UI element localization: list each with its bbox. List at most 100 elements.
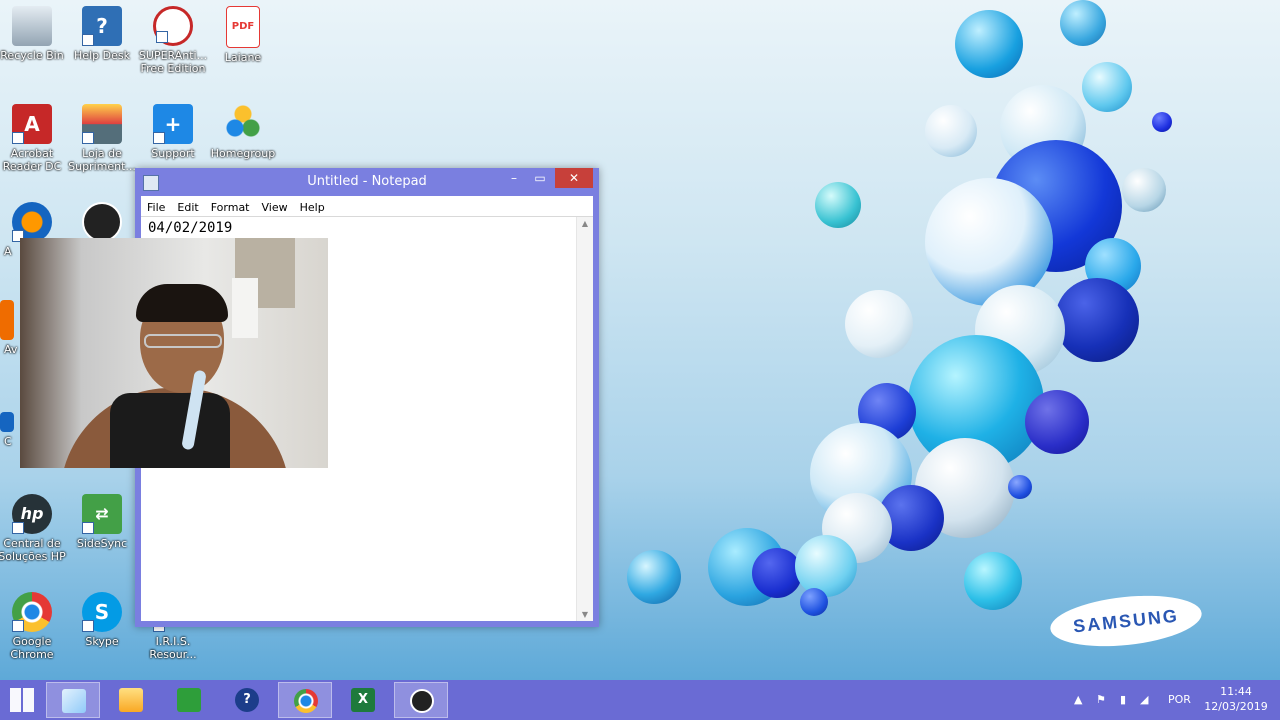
desktop-icon-acrobat-reader[interactable]: A Acrobat Reader DC	[0, 104, 68, 173]
desktop-icon-superantispyware[interactable]: SUPERAnti... Free Edition	[137, 6, 209, 75]
desktop-icon-label: Central de Soluções HP	[0, 537, 66, 563]
webcam-overlay	[20, 238, 328, 468]
support-icon: +	[153, 104, 193, 144]
network-signal-icon[interactable]: ◢	[1140, 680, 1148, 720]
decor-bubble	[964, 552, 1022, 610]
menu-view[interactable]: View	[256, 198, 294, 218]
homegroup-icon	[223, 104, 263, 144]
taskbar-file-explorer[interactable]	[104, 682, 158, 718]
desktop-icon-label: Support	[151, 147, 195, 160]
printer-store-icon	[82, 104, 122, 144]
taskbar-obs[interactable]	[394, 682, 448, 718]
taskbar: ? X ▲ ⚑ ▮ ◢ POR 11:44 12/03/2019	[0, 680, 1280, 720]
desktop-icon-skype[interactable]: S Skype	[66, 592, 138, 648]
chrome-icon	[294, 689, 318, 713]
desktop[interactable]: SAMSUNG Recycle Bin ? Help Desk SUPERAnt…	[0, 0, 1280, 680]
desktop-icon-recycle-bin[interactable]: Recycle Bin	[0, 6, 68, 62]
language-indicator[interactable]: POR	[1168, 680, 1191, 720]
desktop-icon-label: Recycle Bin	[0, 49, 64, 62]
desktop-icon-label: Loja de Supriment...	[68, 147, 136, 173]
acrobat-reader-icon: A	[12, 104, 52, 144]
minimize-button[interactable]: –	[501, 168, 527, 188]
decor-bubble	[1008, 475, 1032, 499]
tray-overflow-icon[interactable]: ▲	[1074, 680, 1082, 720]
decor-bubble	[752, 548, 802, 598]
taskbar-store[interactable]	[162, 682, 216, 718]
decor-bubble	[925, 105, 977, 157]
menu-format[interactable]: Format	[205, 198, 256, 218]
decor-bubble	[1122, 168, 1166, 212]
clock-date: 12/03/2019	[1204, 700, 1268, 713]
recycle-bin-icon	[12, 6, 52, 46]
app-icon	[0, 412, 14, 432]
vertical-scrollbar[interactable]: ▲ ▼	[576, 217, 593, 621]
decor-bubble	[1025, 390, 1089, 454]
notepad-titlebar[interactable]: Untitled - Notepad – ▭ ✕	[135, 168, 599, 196]
store-icon	[177, 688, 201, 712]
desktop-icon-label: I.R.I.S. Resour...	[149, 635, 197, 661]
taskbar-clock[interactable]: 11:44 12/03/2019	[1200, 684, 1272, 714]
menu-edit[interactable]: Edit	[171, 198, 204, 218]
webcam-person-hair	[136, 284, 228, 322]
desktop-icon-label: SideSync	[76, 537, 128, 550]
desktop-icon-google-chrome[interactable]: Google Chrome	[0, 592, 68, 661]
taskbar-excel[interactable]: X	[336, 682, 390, 718]
notepad-content: 04/02/2019	[148, 220, 233, 236]
windows-logo-icon	[10, 688, 34, 712]
battery-icon[interactable]: ▮	[1120, 680, 1126, 720]
decor-bubble	[1060, 0, 1106, 46]
webcam-glasses	[144, 334, 222, 348]
menu-file[interactable]: File	[141, 198, 171, 218]
desktop-icon-hp-solutions[interactable]: hp Central de Soluções HP	[0, 494, 68, 563]
excel-icon: X	[351, 688, 375, 712]
desktop-icon-support[interactable]: + Support	[137, 104, 209, 160]
decor-bubble	[845, 290, 913, 358]
app-icon	[0, 300, 14, 340]
folder-icon	[119, 688, 143, 712]
pdf-file-icon: PDF	[226, 6, 260, 48]
taskbar-help[interactable]: ?	[220, 682, 274, 718]
desktop-icon-label: Acrobat Reader DC	[2, 147, 62, 173]
sidesync-icon: ⇄	[82, 494, 122, 534]
webcam-person-shirt	[110, 393, 230, 468]
desktop-icon-label: Laiane	[224, 51, 262, 64]
decor-bubble	[800, 588, 828, 616]
notepad-menubar: File Edit Format View Help	[141, 196, 593, 217]
scroll-down-icon[interactable]: ▼	[577, 610, 593, 619]
decor-bubble	[1055, 278, 1139, 362]
decor-bubble	[1082, 62, 1132, 112]
desktop-icon-label: Skype	[85, 635, 119, 648]
hp-icon: hp	[12, 494, 52, 534]
samsung-logo-text: SAMSUNG	[1072, 605, 1180, 637]
decor-bubble	[1152, 112, 1172, 132]
desktop-icon-loja-suprimentos[interactable]: Loja de Supriment...	[66, 104, 138, 173]
close-button[interactable]: ✕	[555, 168, 593, 188]
maximize-button[interactable]: ▭	[527, 168, 553, 188]
superantispyware-icon	[153, 6, 193, 46]
notepad-icon	[62, 689, 86, 713]
obs-icon	[410, 689, 434, 713]
audacity-icon	[12, 202, 52, 242]
obs-icon	[82, 202, 122, 242]
decor-bubble	[795, 535, 857, 597]
menu-help[interactable]: Help	[294, 198, 331, 218]
taskbar-notepad[interactable]	[46, 682, 100, 718]
desktop-icon-sidesync[interactable]: ⇄ SideSync	[66, 494, 138, 550]
desktop-icon-label: Homegroup	[210, 147, 276, 160]
desktop-icon-label: Help Desk	[74, 49, 130, 62]
taskbar-chrome[interactable]	[278, 682, 332, 718]
decor-bubble	[815, 182, 861, 228]
skype-icon: S	[82, 592, 122, 632]
action-center-flag-icon[interactable]: ⚑	[1096, 680, 1106, 720]
samsung-logo: SAMSUNG	[1047, 589, 1205, 653]
clock-time: 11:44	[1220, 685, 1252, 698]
desktop-icon-help-desk[interactable]: ? Help Desk	[66, 6, 138, 62]
chrome-icon	[12, 592, 52, 632]
desktop-icon-laiane-pdf[interactable]: PDF Laiane	[207, 6, 279, 64]
scroll-up-icon[interactable]: ▲	[577, 219, 593, 228]
help-desk-icon: ?	[82, 6, 122, 46]
desktop-icon-label: Google Chrome	[10, 635, 54, 661]
desktop-icon-homegroup[interactable]: Homegroup	[207, 104, 279, 160]
help-icon: ?	[235, 688, 259, 712]
decor-bubble	[955, 10, 1023, 78]
